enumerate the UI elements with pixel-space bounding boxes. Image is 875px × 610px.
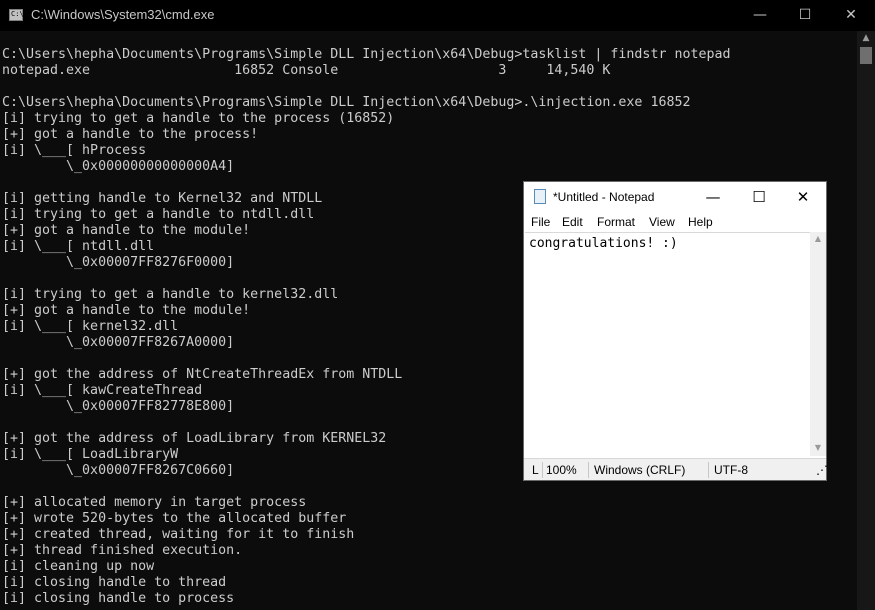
console-line: [i] trying to get a handle to the proces… [2,111,395,126]
notepad-window-title: *Untitled - Notepad [553,190,655,204]
status-encoding: UTF-8 [714,463,748,477]
console-line: C:\Users\hepha\Documents\Programs\Simple… [2,95,691,110]
status-divider [708,462,709,478]
notepad-text-area[interactable]: congratulations! :) [525,232,810,456]
status-divider [588,462,589,478]
console-line: notepad.exe 16852 Console 3 14,540 K [2,63,611,78]
cmd-app-icon[interactable] [9,9,24,21]
menu-file[interactable]: File [531,215,550,229]
menu-help[interactable]: Help [688,215,713,229]
scrollbar-thumb[interactable] [860,47,872,64]
status-zoom: 100% [546,463,577,477]
status-position: L [532,463,539,477]
console-line: [i] cleaning up now [2,559,155,574]
console-line: [+] got a handle to the process! [2,127,259,142]
notepad-vertical-scrollbar[interactable]: ▲ ▼ [810,232,826,456]
menu-view[interactable]: View [649,215,675,229]
notepad-close-icon[interactable]: ✕ [780,182,826,212]
cmd-window-title: C:\Windows\System32\cmd.exe [31,7,215,22]
notepad-menubar: File Edit Format View Help [524,212,826,232]
notepad-maximize-icon[interactable]: ☐ [736,182,782,212]
close-icon[interactable]: ✕ [828,0,874,31]
console-line: [+] allocated memory in target process [2,495,307,510]
menu-format[interactable]: Format [597,215,635,229]
console-line: [i] closing handle to process [2,591,235,606]
console-line: [+] thread finished execution. [2,543,243,558]
status-line-ending: Windows (CRLF) [594,463,686,477]
notepad-minimize-icon[interactable]: — [690,182,736,212]
console-line: [+] wrote 520-bytes to the allocated buf… [2,511,347,526]
scroll-up-arrow-icon[interactable]: ▲ [857,33,875,45]
console-line: [i] closing handle to thread [2,575,227,590]
scroll-up-arrow-icon[interactable]: ▲ [810,234,826,243]
status-divider [542,462,543,478]
notepad-titlebar[interactable]: *Untitled - Notepad — ☐ ✕ [524,182,826,212]
menu-edit[interactable]: Edit [562,215,583,229]
cmd-scrollbar[interactable]: ▲ [857,31,875,610]
console-line: C:\Users\hepha\Documents\Programs\Simple… [2,47,731,62]
maximize-icon[interactable]: ☐ [782,0,828,31]
notepad-text-content: congratulations! :) [529,236,678,251]
console-line: \_0x00000000000000A4] [2,159,235,174]
resize-grip-icon[interactable]: ⋰ [816,463,828,477]
notepad-statusbar: L 100% Windows (CRLF) UTF-8 ⋰ [524,458,828,480]
minimize-icon[interactable]: — [737,0,783,31]
notepad-window: *Untitled - Notepad — ☐ ✕ File Edit Form… [523,181,828,481]
cmd-titlebar[interactable]: C:\Windows\System32\cmd.exe — ☐ ✕ [0,0,875,31]
scroll-down-arrow-icon[interactable]: ▼ [810,443,826,452]
notepad-app-icon[interactable] [534,189,546,204]
console-line: [i] \___[ hProcess [2,143,147,158]
console-line: [+] created thread, waiting for it to fi… [2,527,355,542]
